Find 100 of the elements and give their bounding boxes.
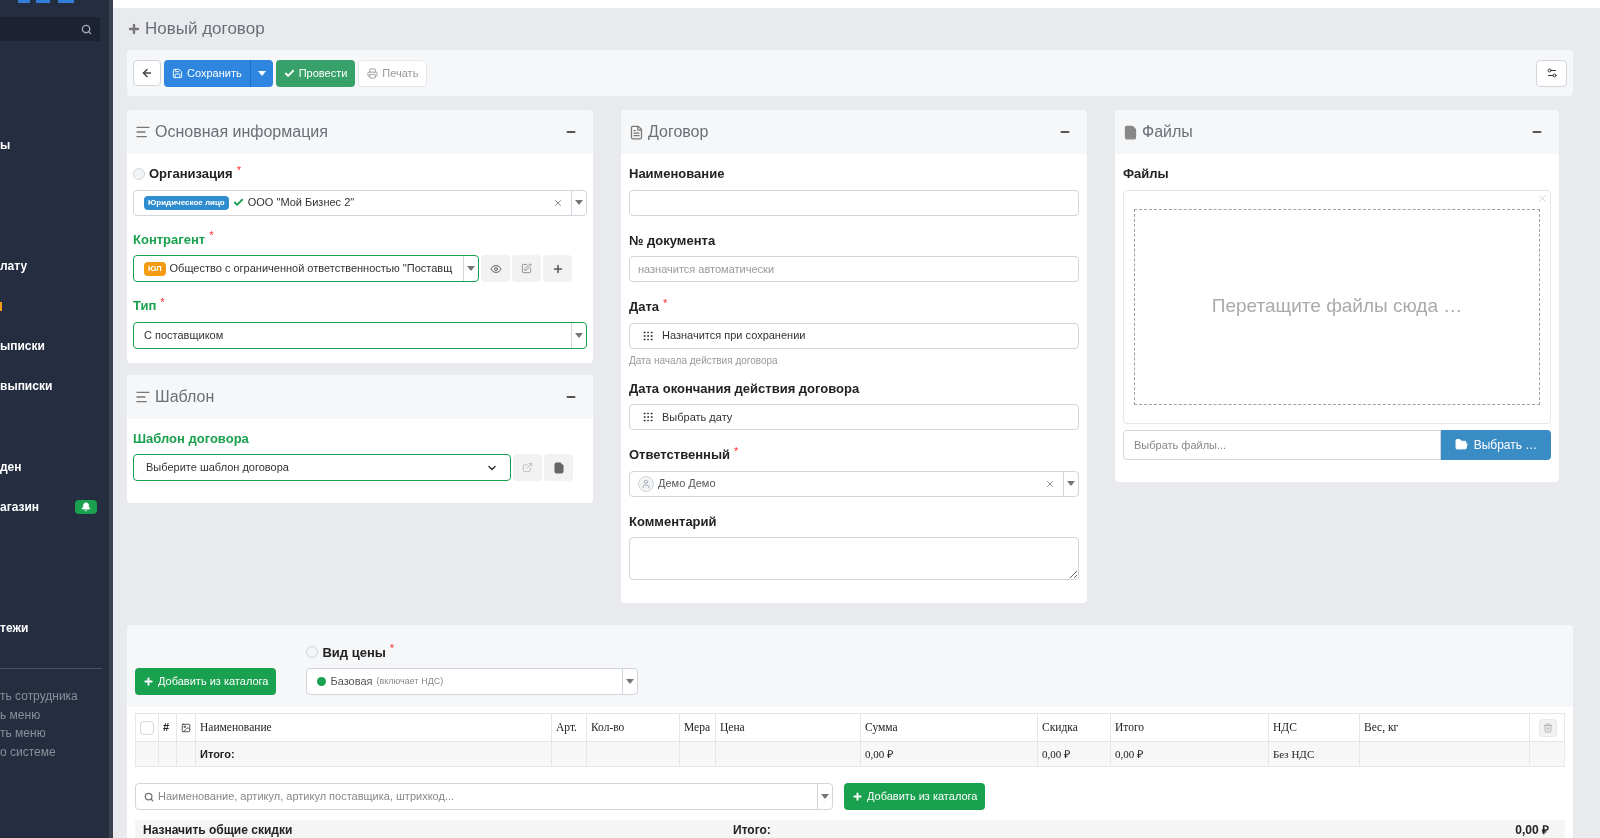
settings-icon — [1545, 67, 1558, 79]
save-button[interactable]: Сохранить — [164, 59, 250, 87]
sidebar-item[interactable]: лату — [0, 257, 28, 275]
plus-icon — [551, 262, 564, 275]
trash-icon — [1543, 722, 1553, 733]
help-text: Дата начала действия договора — [629, 353, 779, 368]
save-menu-button[interactable] — [249, 59, 273, 87]
add-button[interactable] — [543, 255, 572, 282]
sidebar-item[interactable]: выписки — [0, 377, 53, 395]
card-title: Файлы — [1142, 122, 1193, 142]
column-header: Наименование — [200, 719, 272, 735]
discounts-link[interactable]: Назначить общие скидки — [143, 821, 733, 838]
type-select[interactable]: С поставщиком — [133, 321, 587, 349]
summary-label: Итого: — [733, 822, 771, 838]
field-label: Дата — [629, 298, 660, 316]
comment-field[interactable] — [629, 537, 1079, 580]
edit-icon — [521, 263, 532, 274]
plus-icon — [143, 676, 154, 687]
column-header: Сумма — [865, 719, 898, 736]
summary-total: 0,00 ₽ — [1515, 822, 1549, 838]
sidebar-item[interactable]: ден — [0, 458, 22, 476]
view-button[interactable] — [481, 255, 510, 282]
search-icon[interactable] — [81, 23, 92, 35]
field-label: Наименование — [629, 165, 725, 183]
dropdown-caret-button[interactable] — [463, 256, 478, 281]
back-button[interactable] — [133, 60, 161, 86]
column-header: Итого — [1115, 719, 1145, 735]
caret-icon — [575, 200, 583, 205]
column-header: Скидка — [1042, 719, 1078, 736]
file-icon — [1123, 124, 1138, 140]
badge-edge — [0, 301, 2, 311]
required-mark: * — [236, 162, 241, 178]
column-header: # — [163, 720, 170, 736]
sidebar-item[interactable]: тежи — [0, 619, 29, 637]
printer-icon — [367, 67, 379, 79]
check-icon — [283, 67, 295, 79]
field-label: Организация — [149, 165, 233, 183]
check-icon — [232, 197, 244, 208]
card-title: Договор — [648, 122, 709, 142]
caret-icon — [467, 266, 475, 271]
page-title: Новый договор — [145, 18, 265, 41]
dropdown-caret-button[interactable] — [817, 784, 832, 809]
sidebar-link[interactable]: ть меню — [0, 724, 102, 743]
browse-button[interactable]: Выбрать … — [1441, 429, 1551, 460]
price-type-select[interactable]: Базовая (включает НДС) — [306, 668, 639, 695]
sidebar-link[interactable]: о системе — [0, 742, 102, 761]
clear-icon[interactable] — [1045, 478, 1055, 489]
table-cell-text: 0,00 ₽ — [1115, 746, 1143, 762]
caret-icon — [575, 332, 583, 338]
caret-icon — [821, 794, 829, 799]
required-mark: * — [663, 295, 668, 311]
table-cell-text: 0,00 ₽ — [1042, 746, 1070, 762]
select-all-checkbox[interactable] — [140, 720, 154, 735]
caret-icon — [257, 70, 266, 76]
file-icon — [552, 461, 565, 474]
back-arrow-icon — [141, 67, 153, 79]
external-link-icon — [522, 462, 533, 473]
eye-icon — [489, 262, 502, 275]
image-icon — [181, 721, 191, 734]
text-field[interactable] — [629, 189, 1079, 216]
user-select[interactable]: Демо Демо — [629, 470, 1079, 497]
organization-select[interactable]: Юридическое лицо ООО "Мой Бизнес 2" — [133, 189, 587, 216]
card-title: Основная информация — [155, 122, 328, 142]
date-field[interactable]: Назначится при сохранении — [629, 322, 1079, 349]
search-icon — [144, 791, 154, 802]
required-mark: * — [734, 443, 739, 459]
caret-icon — [626, 679, 635, 684]
price-type-note: (включает НДС) — [376, 674, 444, 688]
counterparty-select[interactable]: ЮЛ Общество с ограниченной ответственностью "Поставщ — [133, 255, 479, 282]
table-cell-text: 0,00 ₽ — [865, 746, 893, 762]
clear-icon[interactable] — [553, 197, 563, 208]
field-label: Дата окончания действия договора — [629, 379, 860, 398]
legal-entity-tag: Юридическое лицо — [144, 195, 229, 210]
sidebar-link[interactable]: ь меню — [0, 705, 102, 724]
avatar-icon — [638, 475, 654, 492]
required-mark: * — [389, 641, 395, 656]
dropdown-caret-button[interactable] — [571, 190, 586, 215]
column-header: НДС — [1273, 719, 1297, 736]
sidebar-item[interactable]: ы — [0, 136, 11, 154]
field-label: Тип — [133, 297, 157, 315]
sidebar-link[interactable]: ть сотрудника — [0, 687, 102, 706]
template-select[interactable]: Выберите шаблон договора — [133, 454, 511, 481]
sidebar-item[interactable]: агазин — [0, 498, 40, 516]
bell-icon — [81, 502, 91, 512]
document-button[interactable] — [544, 454, 573, 481]
date-field[interactable]: Выбрать дату — [629, 404, 1079, 430]
field-label: Ответственный — [629, 446, 730, 464]
lines-icon — [135, 124, 151, 140]
text-field[interactable]: назначится автоматически — [629, 256, 1079, 282]
field-label: Контрагент — [133, 230, 206, 249]
card-title: Шаблон — [155, 386, 215, 407]
settings-button[interactable] — [1536, 59, 1567, 87]
table-cell-text: Итого: — [200, 746, 235, 762]
field-label: Шаблон договора — [133, 429, 249, 448]
dropdown-caret-button[interactable] — [571, 322, 586, 348]
file-name-field[interactable]: Выбрать файлы... — [1123, 429, 1441, 460]
column-header: Арт. — [556, 719, 577, 736]
product-search-field[interactable]: Наименование, артикул, артикул поставщика, штрихкод... — [135, 783, 833, 810]
sidebar-item[interactable]: ыписки — [0, 337, 45, 355]
dropdown-caret-button[interactable] — [1063, 471, 1078, 496]
